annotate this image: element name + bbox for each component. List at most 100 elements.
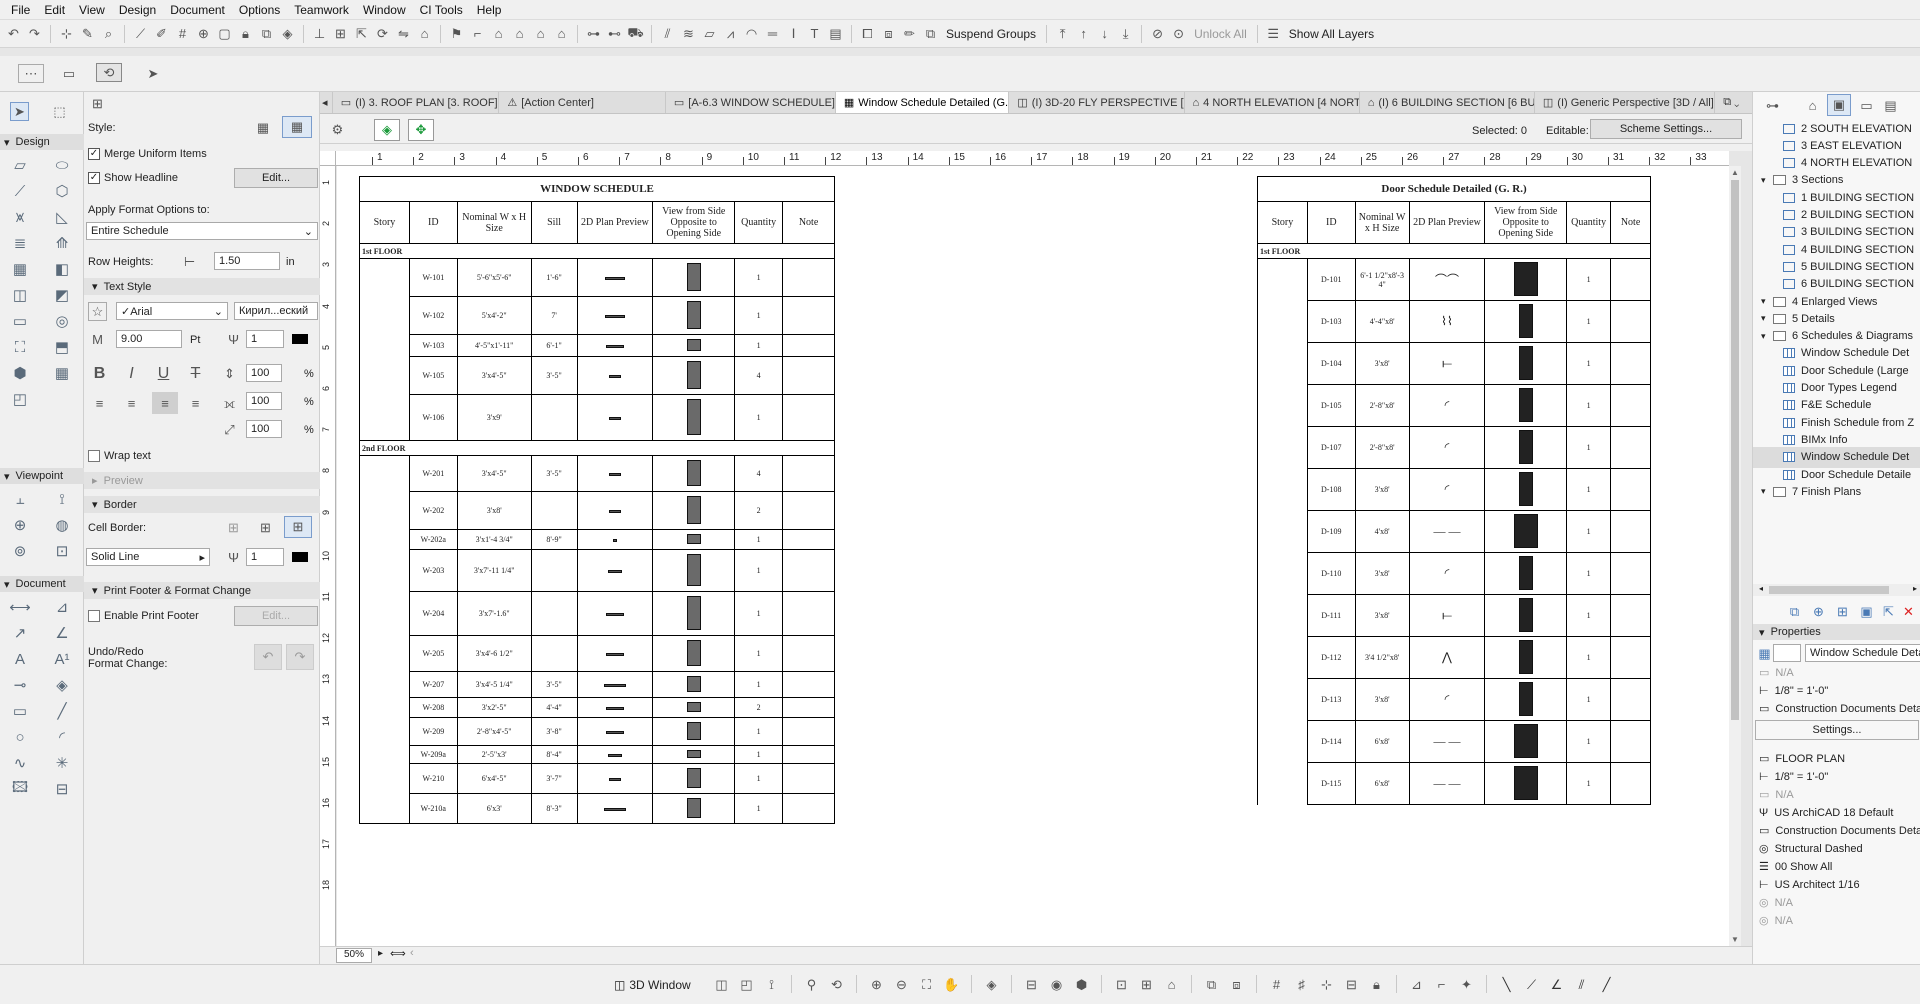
stair-status-icon[interactable]: ⌐	[1432, 975, 1451, 994]
toolbox-section-design[interactable]: ▾ Design	[0, 134, 84, 150]
nav-item[interactable]: ▾ 7 Finish Plans	[1753, 481, 1920, 502]
table-row[interactable]: D-103 4'-4"x8' ⌇⌇ 1	[1257, 300, 1651, 343]
circle-tool-icon[interactable]: ○	[8, 726, 32, 748]
guide-icon[interactable]: ⊹	[1317, 975, 1336, 994]
table-row[interactable]: D-110 3'x8' ◜ 1	[1257, 552, 1651, 595]
measure-status-icon[interactable]: ╲	[1497, 975, 1516, 994]
grid-tool-icon[interactable]: ▦	[50, 362, 74, 384]
border-header[interactable]: ▾ Border	[84, 496, 320, 513]
border-color-swatch[interactable]	[292, 552, 308, 562]
marquee-3d-icon[interactable]: ⊞	[1137, 975, 1156, 994]
show-headline-checkbox[interactable]: ✓	[88, 172, 100, 184]
ruler-icon[interactable]: ⊟	[1342, 975, 1361, 994]
line-doc-icon[interactable]: ▭	[8, 700, 32, 722]
ie-tool-icon[interactable]: ⊕	[8, 514, 32, 536]
panel-grid-icon[interactable]: ⊞	[88, 94, 107, 113]
distribute-icon[interactable]: ⊞	[331, 24, 350, 43]
table-row[interactable]: W-210 6'x4'-5" 3'-7" 1	[359, 763, 835, 794]
table-row[interactable]: D-104 3'x8' ⟝ 1	[1257, 342, 1651, 385]
bring-forward-icon[interactable]: ↑	[1074, 24, 1093, 43]
save-view-icon[interactable]: ▣	[1857, 602, 1876, 621]
curtain-wall-icon[interactable]: ▦	[8, 258, 32, 280]
snap-icon[interactable]: ⊕	[194, 24, 213, 43]
table-row[interactable]: W-202 3'x8' 2	[359, 491, 835, 530]
arrow-status-icon[interactable]: ⟋	[1522, 975, 1541, 994]
roof-tool-icon[interactable]: ⩙	[8, 206, 32, 228]
show-all-layers-button[interactable]: Show All Layers	[1285, 27, 1378, 41]
tab-action-center[interactable]: ⚠ [Action Center]	[499, 92, 666, 113]
grid-snap-icon[interactable]: #	[1267, 975, 1286, 994]
worksheet-tool-icon[interactable]: ◍	[50, 514, 74, 536]
table-row[interactable]: D-115 6'x8' — — 1	[1257, 762, 1651, 805]
table-row[interactable]: D-108 3'x8' ◜ 1	[1257, 468, 1651, 511]
object-tool-icon[interactable]: ▭	[8, 310, 32, 332]
table-row[interactable]: W-202a 3'x1'-4 3/4" 8'-9" 1	[359, 529, 835, 550]
line-tool-icon[interactable]: ⟋	[131, 24, 150, 43]
edit-group-icon[interactable]: ✏	[900, 24, 919, 43]
stair-icon[interactable]: ⌐	[468, 24, 487, 43]
marker-tool-icon[interactable]: ⊸	[8, 674, 32, 696]
stair-tool-icon[interactable]: ≣	[8, 232, 32, 254]
rotate-icon[interactable]: ⟳	[373, 24, 392, 43]
table-row[interactable]: W-210a 6'x3' 8'-3" 1	[359, 793, 835, 824]
settings-gear-icon[interactable]: ⚙	[328, 120, 347, 139]
tab-roof-plan[interactable]: ▭ (I) 3. ROOF PLAN [3. ROOF]	[333, 92, 500, 113]
expand-icon[interactable]: ▾	[1761, 175, 1773, 186]
properties-header[interactable]: ▾ Properties	[1753, 624, 1920, 640]
table-row[interactable]: W-205 3'x4'-6 1/2" 1	[359, 635, 835, 672]
tab-overflow-icon[interactable]: ⧉ ⌄	[1715, 92, 1752, 113]
pct1-input[interactable]: 100	[246, 364, 282, 382]
nav-settings-button[interactable]: Settings...	[1755, 720, 1919, 740]
schedule-canvas[interactable]: WINDOW SCHEDULE Story ID Nominal W x H Siz…	[337, 166, 1729, 946]
pen-color-swatch[interactable]	[292, 334, 308, 344]
shell-tool-icon[interactable]: ◺	[50, 206, 74, 228]
layout-book-icon[interactable]: ▭	[1857, 96, 1876, 115]
align-center-icon[interactable]: ≡	[122, 394, 141, 413]
measure-icon[interactable]: ⫽	[658, 24, 677, 43]
morph-tool-icon[interactable]: ⬢	[8, 362, 32, 384]
parallel-icon[interactable]: ⫽	[1572, 975, 1591, 994]
text-style-header[interactable]: ▾ Text Style	[84, 278, 320, 295]
pct3-input[interactable]: 100	[246, 420, 282, 438]
camera-tool-icon[interactable]: ⊡	[50, 540, 74, 562]
layers-show-icon[interactable]: ☰	[1264, 24, 1283, 43]
angle-status-icon[interactable]: ∠	[1547, 975, 1566, 994]
detail-tool-icon[interactable]: ⊚	[8, 540, 32, 562]
unlock-icon[interactable]: ⊙	[1169, 24, 1188, 43]
roof-icon[interactable]: ⩘	[721, 24, 740, 43]
flag-icon[interactable]: ⚑	[447, 24, 466, 43]
rect-marquee-icon[interactable]: ▭	[56, 64, 82, 83]
zoom-menu-icon[interactable]: ▸	[378, 948, 383, 959]
home-icon[interactable]: ⌂	[415, 24, 434, 43]
clone-icon[interactable]: ⊕	[1809, 602, 1828, 621]
menu-help[interactable]: Help	[470, 3, 509, 17]
line-type-select[interactable]: Solid Line ▸	[86, 548, 210, 566]
line-status-icon[interactable]: ╱	[1597, 975, 1616, 994]
table-row[interactable]: D-112 3'4 1/2"x8' ⋀ 1	[1257, 636, 1651, 679]
align-left-icon[interactable]: ≡	[90, 394, 109, 413]
font-select[interactable]: ✓Arial ⌄	[116, 302, 228, 320]
hash-icon[interactable]: ♯	[1292, 975, 1311, 994]
undo-icon[interactable]: ↶	[4, 24, 23, 43]
select-cells-icon[interactable]: ✥	[408, 119, 434, 141]
camera-icon[interactable]: ⊡	[1112, 975, 1131, 994]
scheme-settings-button[interactable]: Scheme Settings...	[1590, 119, 1742, 139]
headline-edit-button[interactable]: Edit...	[234, 168, 318, 188]
row-heights-input[interactable]: 1.50	[214, 252, 280, 270]
toolbox-section-document[interactable]: ▾ Document	[0, 576, 84, 592]
layer-combo-icon[interactable]: ◉	[1047, 975, 1066, 994]
new-folder-icon[interactable]: ⊞	[1833, 602, 1852, 621]
menu-document[interactable]: Document	[163, 3, 232, 17]
menu-file[interactable]: File	[4, 3, 37, 17]
project-map-icon[interactable]: ⌂	[1803, 96, 1822, 115]
beam-icon[interactable]: ═	[763, 24, 782, 43]
ungroup-icon[interactable]: ⧈	[879, 24, 898, 43]
opening-tool-icon[interactable]: ◰	[8, 388, 32, 410]
pct2-input[interactable]: 100	[246, 392, 282, 410]
border-all-icon[interactable]: ⊞	[284, 516, 312, 538]
walk-icon[interactable]: ⚲	[802, 975, 821, 994]
skylight-tool-icon[interactable]: ◩	[50, 284, 74, 306]
apply-format-select[interactable]: Entire Schedule ⌄	[86, 222, 318, 240]
wrap-text-checkbox[interactable]	[88, 450, 100, 462]
border-pen-input[interactable]: 1	[246, 548, 284, 566]
